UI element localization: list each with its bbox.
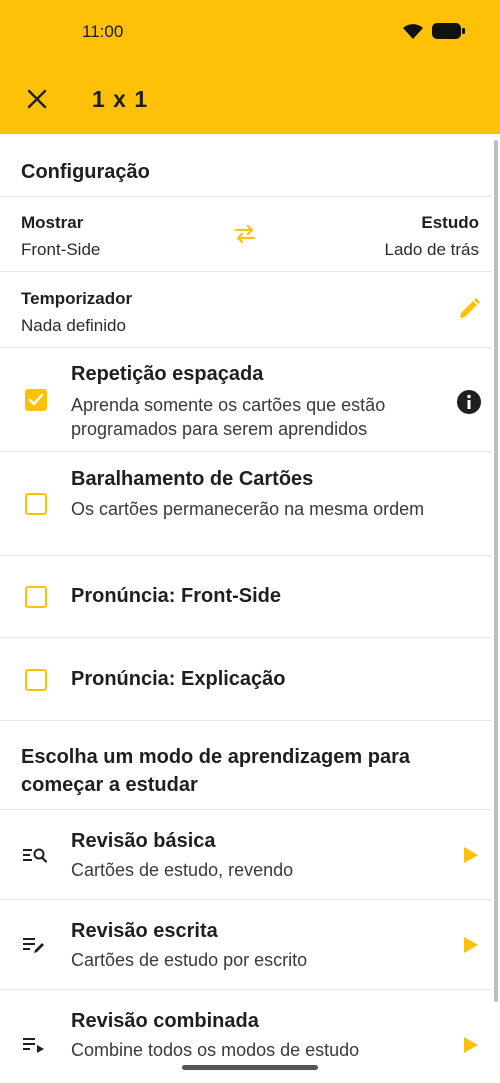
mode-title: Revisão combinada bbox=[71, 1010, 259, 1032]
settings-content: Configuração Mostrar Front-Side Estudo L… bbox=[0, 134, 492, 1056]
mode-title: Revisão escrita bbox=[71, 920, 218, 942]
close-icon[interactable] bbox=[22, 84, 52, 114]
divider bbox=[0, 637, 492, 638]
show-value: Front-Side bbox=[21, 240, 101, 259]
timer-value: Nada definido bbox=[21, 316, 126, 335]
status-time: 11:00 bbox=[82, 22, 124, 41]
play-arrow-icon[interactable] bbox=[462, 936, 480, 954]
divider bbox=[0, 899, 492, 900]
list-edit-icon bbox=[23, 938, 44, 953]
battery-icon bbox=[432, 23, 465, 39]
pencil-icon[interactable] bbox=[457, 297, 481, 321]
option-title: Pronúncia: Front-Side bbox=[71, 585, 281, 607]
wifi-icon bbox=[403, 24, 423, 39]
show-label: Mostrar bbox=[21, 213, 84, 232]
mode-subtitle: Combine todos os modos de estudo bbox=[71, 1040, 360, 1056]
app-bar: 11:00 1 x 1 bbox=[0, 0, 500, 134]
option-title: Baralhamento de Cartões bbox=[71, 468, 314, 490]
divider bbox=[0, 271, 492, 272]
mode-subtitle: Cartões de estudo por escrito bbox=[71, 950, 308, 970]
timer-label: Temporizador bbox=[21, 289, 133, 308]
info-icon[interactable] bbox=[456, 389, 482, 415]
status-icons bbox=[402, 22, 466, 40]
option-title: Repetição espaçada bbox=[71, 363, 264, 385]
study-label: Estudo bbox=[421, 213, 479, 232]
config-section-title: Configuração bbox=[21, 161, 150, 183]
mode-subtitle: Cartões de estudo, revendo bbox=[71, 860, 294, 880]
shuffle-cards-checkbox[interactable] bbox=[25, 493, 47, 515]
swap-icon[interactable] bbox=[233, 224, 257, 244]
divider bbox=[0, 989, 492, 990]
divider bbox=[0, 196, 492, 197]
mode-title: Revisão básica bbox=[71, 830, 216, 852]
divider bbox=[0, 555, 492, 556]
option-subtitle: Aprenda somente os cartões que estão pro… bbox=[71, 395, 386, 439]
home-indicator[interactable] bbox=[182, 1065, 318, 1070]
spaced-repetition-checkbox[interactable] bbox=[25, 389, 47, 411]
check-icon bbox=[28, 393, 44, 406]
list-search-icon bbox=[23, 848, 48, 863]
study-value: Lado de trás bbox=[384, 240, 479, 259]
page-title: 1 x 1 bbox=[92, 86, 149, 112]
scrollbar[interactable] bbox=[494, 140, 498, 1002]
list-play-icon bbox=[23, 1038, 44, 1053]
modes-section-title: Escolha um modo de aprendizagem para com… bbox=[21, 746, 410, 796]
play-arrow-icon[interactable] bbox=[462, 1036, 480, 1054]
play-arrow-icon[interactable] bbox=[462, 846, 480, 864]
divider bbox=[0, 720, 492, 721]
pronunciation-front-checkbox[interactable] bbox=[25, 586, 47, 608]
divider bbox=[0, 347, 492, 348]
divider bbox=[0, 451, 492, 452]
option-title: Pronúncia: Explicação bbox=[71, 668, 286, 690]
pronunciation-explanation-checkbox[interactable] bbox=[25, 669, 47, 691]
divider bbox=[0, 809, 492, 810]
option-subtitle: Os cartões permanecerão na mesma ordem bbox=[71, 499, 425, 519]
